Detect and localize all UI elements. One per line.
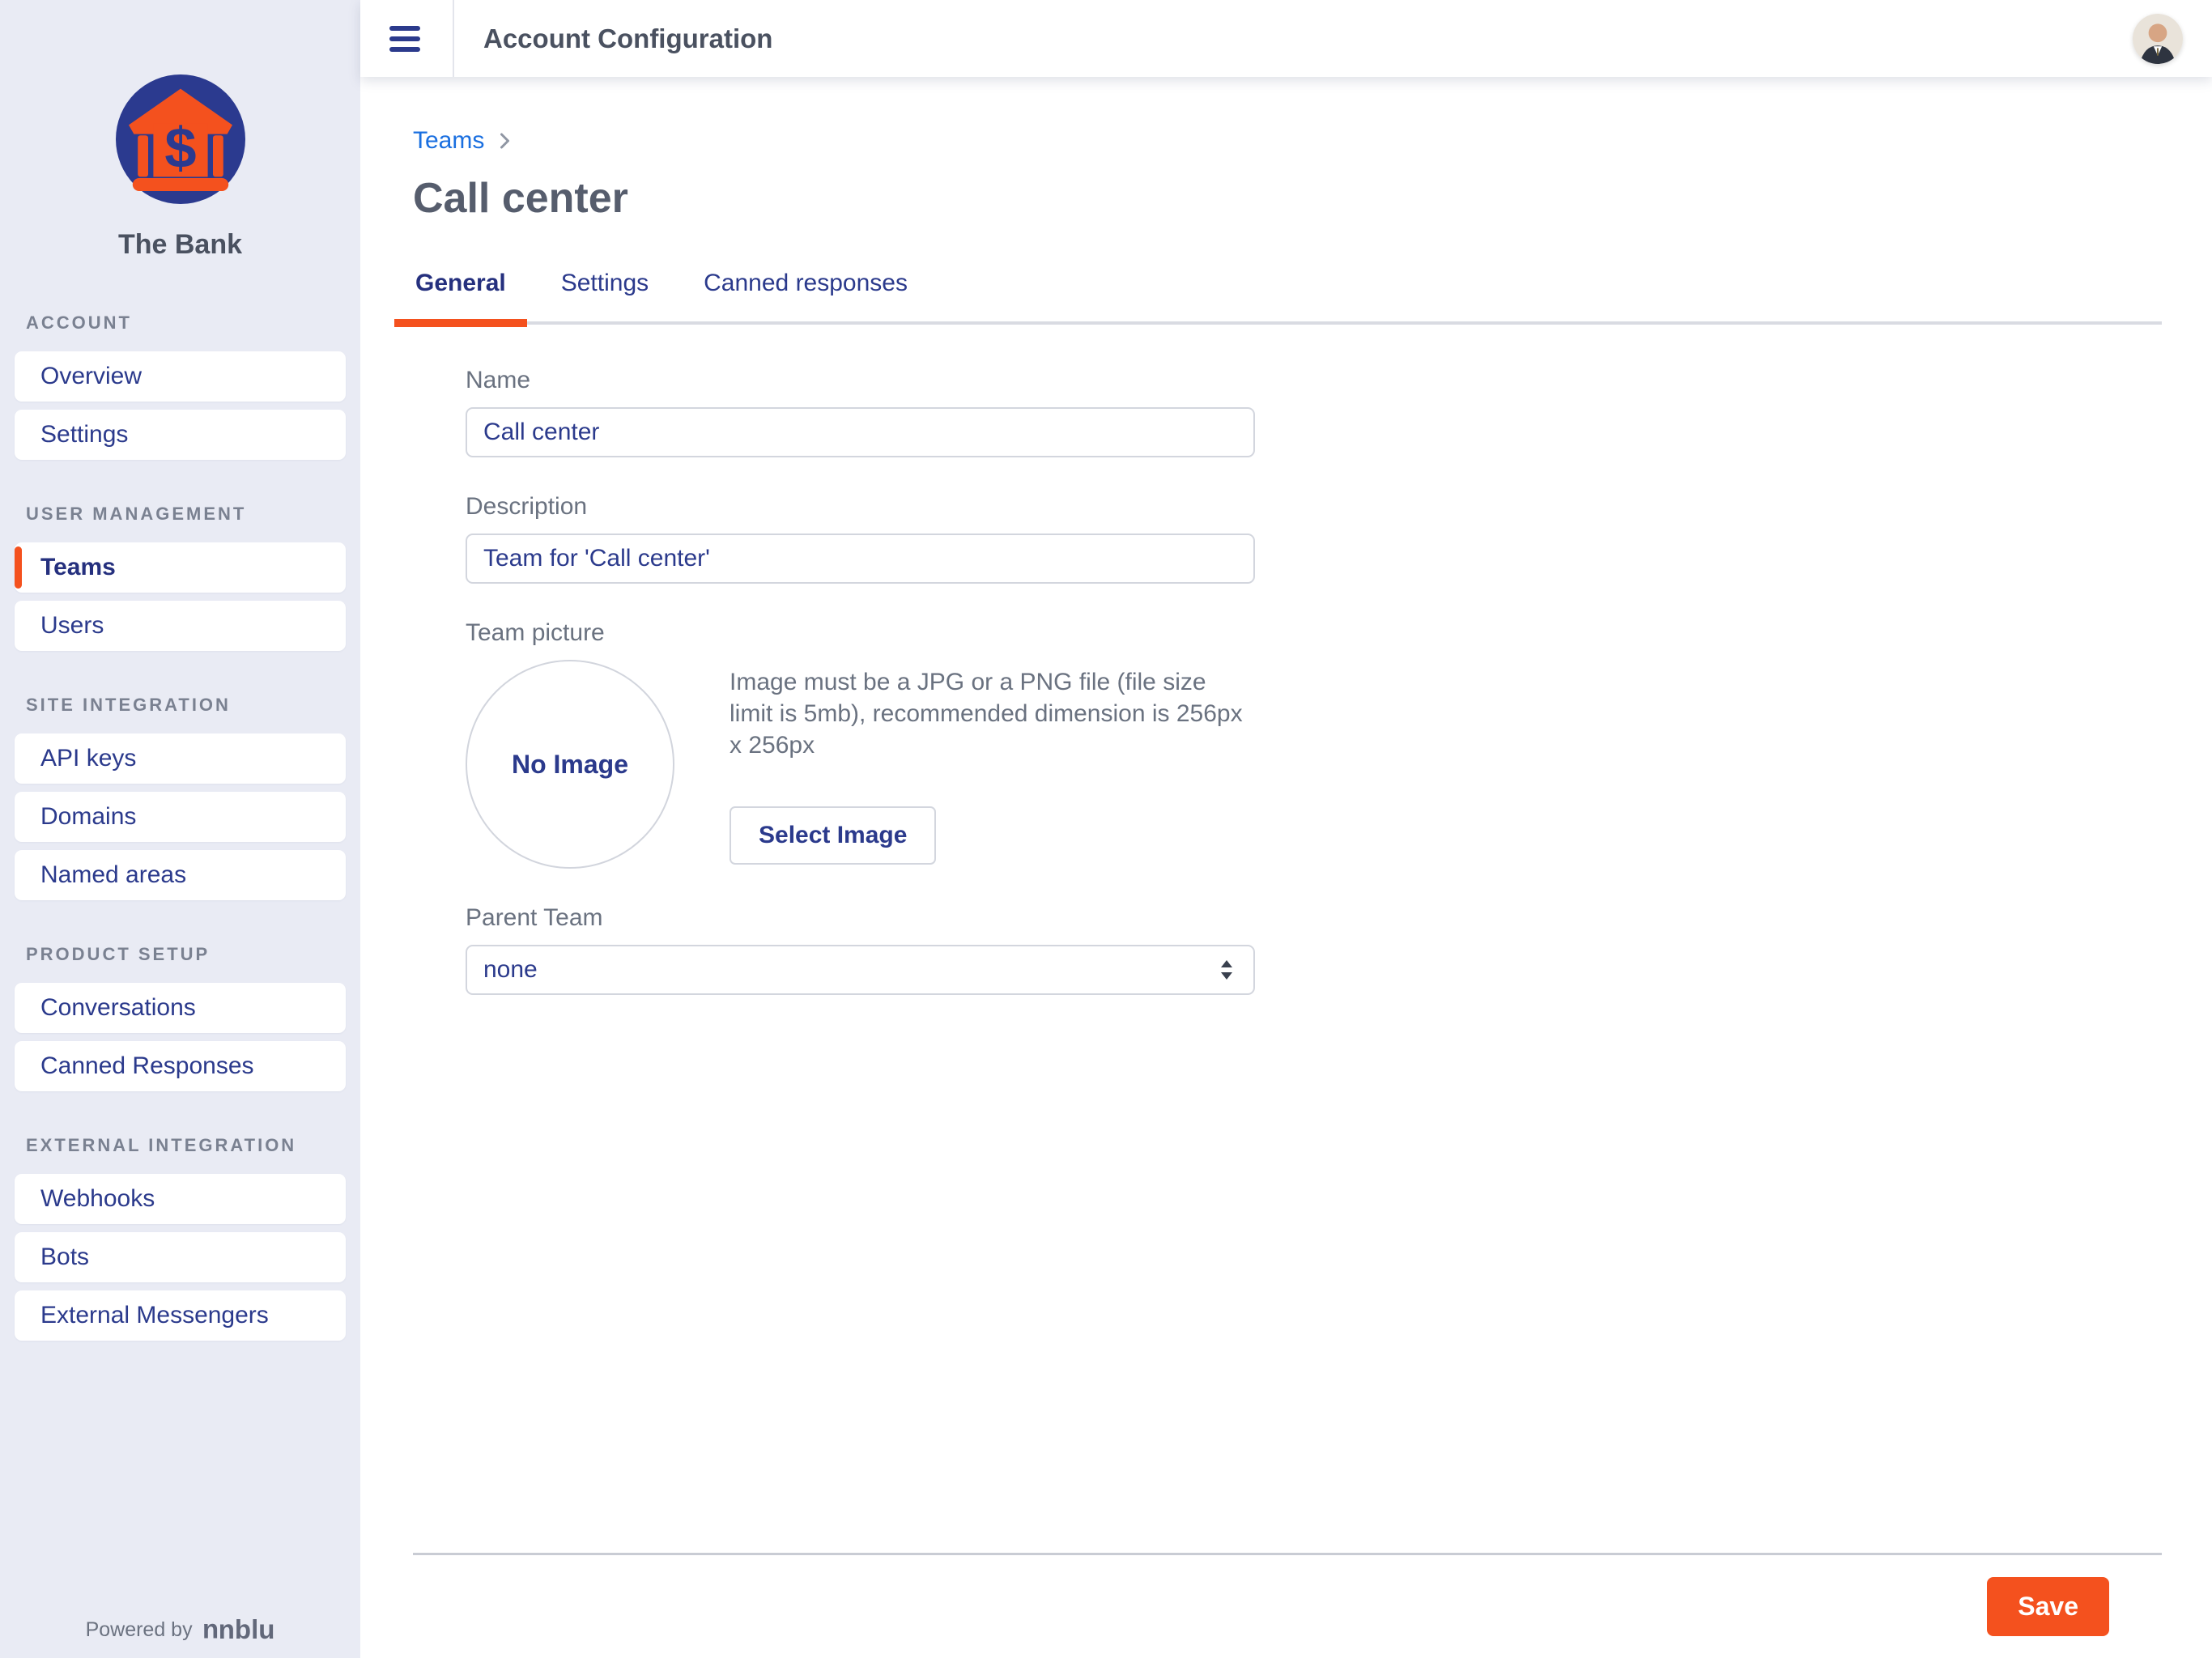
svg-text:$: $	[164, 116, 196, 180]
sidebar-item-label: Teams	[40, 554, 116, 581]
parent-team-label: Parent Team	[466, 904, 1255, 932]
sidebar-item-label: Settings	[40, 421, 128, 449]
sidebar-nav: ACCOUNT Overview Settings USER MANAGEMEN…	[0, 312, 360, 1341]
sidebar-item-settings[interactable]: Settings	[15, 410, 346, 460]
sidebar-item-label: Bots	[40, 1244, 89, 1271]
chevron-right-icon	[499, 130, 511, 151]
team-picture-side: Image must be a JPG or a PNG file (file …	[730, 660, 1255, 865]
unblu-logo-first: u	[202, 1618, 219, 1648]
breadcrumb: Teams	[413, 127, 2162, 155]
sidebar-item-canned-responses[interactable]: Canned Responses	[15, 1041, 346, 1091]
sidebar-item-domains[interactable]: Domains	[15, 792, 346, 842]
description-field-group: Description	[466, 493, 1255, 584]
section-label-user-management: USER MANAGEMENT	[26, 504, 334, 525]
sidebar: $ The Bank ACCOUNT Overview Settings USE…	[0, 0, 360, 1658]
unblu-logo-rest: nblu	[219, 1614, 275, 1644]
topbar-divider	[453, 0, 454, 77]
tab-bar: General Settings Canned responses	[394, 270, 2162, 325]
section-label-product-setup: PRODUCT SETUP	[26, 944, 334, 965]
sidebar-item-api-keys[interactable]: API keys	[15, 733, 346, 784]
sidebar-item-label: Overview	[40, 363, 142, 390]
sidebar-item-label: Canned Responses	[40, 1052, 254, 1080]
tab-settings[interactable]: Settings	[540, 270, 670, 321]
menu-icon[interactable]	[389, 26, 420, 52]
team-picture-group: Team picture No Image Image must be a JP…	[466, 619, 1255, 869]
save-button[interactable]: Save	[1987, 1577, 2109, 1636]
sidebar-item-label: API keys	[40, 745, 136, 772]
avatar-photo	[2133, 14, 2183, 64]
no-image-text: No Image	[512, 750, 628, 780]
parent-team-group: Parent Team none	[466, 904, 1255, 995]
name-input[interactable]	[466, 407, 1255, 457]
top-bar: Account Configuration	[360, 0, 2212, 77]
powered-by-label: Powered by	[86, 1618, 193, 1642]
powered-by: Powered by unblu	[0, 1614, 360, 1645]
parent-team-value: none	[483, 956, 538, 984]
sidebar-item-label: Conversations	[40, 994, 196, 1022]
description-input[interactable]	[466, 534, 1255, 584]
sidebar-item-label: Users	[40, 612, 104, 640]
bank-logo-icon: $	[116, 74, 245, 204]
sidebar-item-webhooks[interactable]: Webhooks	[15, 1174, 346, 1224]
sidebar-item-label: Webhooks	[40, 1185, 155, 1213]
select-image-button[interactable]: Select Image	[730, 806, 936, 865]
app-title: Account Configuration	[483, 23, 772, 54]
parent-team-select[interactable]: none	[466, 945, 1255, 995]
section-label-account: ACCOUNT	[26, 312, 334, 334]
sidebar-item-named-areas[interactable]: Named areas	[15, 850, 346, 900]
brand-name: The Bank	[0, 229, 360, 261]
breadcrumb-teams-link[interactable]: Teams	[413, 127, 484, 155]
tab-canned-responses[interactable]: Canned responses	[683, 270, 929, 321]
tab-general[interactable]: General	[394, 270, 527, 321]
section-label-external-integration: EXTERNAL INTEGRATION	[26, 1135, 334, 1156]
name-field-group: Name	[466, 367, 1255, 457]
sidebar-item-teams[interactable]: Teams	[15, 542, 346, 593]
name-label: Name	[466, 367, 1255, 394]
team-picture-preview: No Image	[466, 660, 674, 869]
sidebar-item-conversations[interactable]: Conversations	[15, 983, 346, 1033]
image-requirements-text: Image must be a JPG or a PNG file (file …	[730, 666, 1255, 761]
form-footer: Save	[413, 1553, 2162, 1658]
content-area: Teams Call center General Settings Canne…	[360, 77, 2212, 1658]
sidebar-item-external-messengers[interactable]: External Messengers	[15, 1290, 346, 1341]
page-title: Call center	[413, 174, 2162, 223]
team-form: Name Description Team picture No Image I…	[466, 367, 1255, 995]
brand-block: $ The Bank	[0, 0, 360, 261]
unblu-logo: unblu	[202, 1614, 275, 1645]
team-picture-row: No Image Image must be a JPG or a PNG fi…	[466, 660, 1255, 869]
sidebar-item-label: External Messengers	[40, 1302, 269, 1329]
sidebar-item-bots[interactable]: Bots	[15, 1232, 346, 1282]
sidebar-item-label: Named areas	[40, 861, 186, 889]
app-window: $ The Bank ACCOUNT Overview Settings USE…	[0, 0, 2212, 1658]
main-area: Account Configuration Teams Call center	[360, 0, 2212, 1658]
sidebar-item-users[interactable]: Users	[15, 601, 346, 651]
sidebar-item-label: Domains	[40, 803, 136, 831]
description-label: Description	[466, 493, 1255, 521]
select-spinner-icon	[1221, 960, 1232, 980]
section-label-site-integration: SITE INTEGRATION	[26, 695, 334, 716]
sidebar-item-overview[interactable]: Overview	[15, 351, 346, 402]
avatar[interactable]	[2133, 14, 2183, 64]
team-picture-label: Team picture	[466, 619, 1255, 647]
